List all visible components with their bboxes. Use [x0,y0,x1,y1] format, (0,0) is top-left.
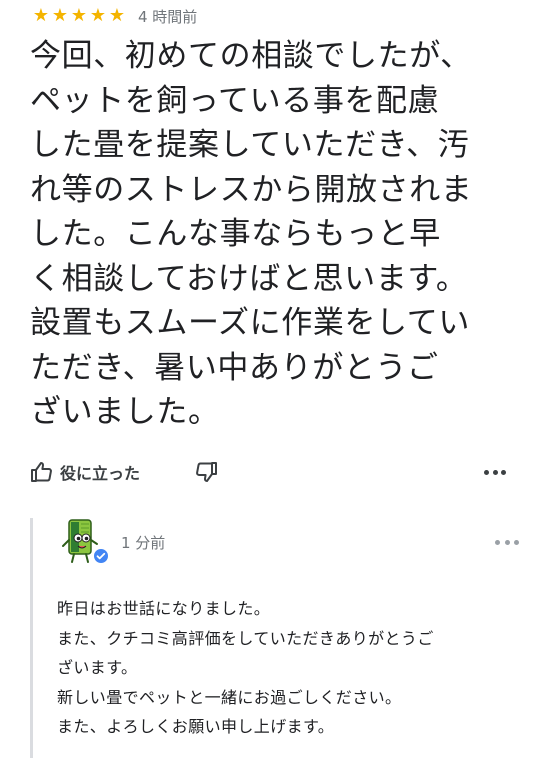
more-dot [501,469,506,475]
thumbs-down-icon [194,462,218,488]
more-horizontal-icon [495,539,500,545]
more-horizontal-icon [484,469,489,475]
star-icon: ★ [89,5,107,26]
star-rating: ★ ★ ★ ★ ★ [32,7,126,25]
review-more-button[interactable] [484,458,506,486]
star-icon: ★ [70,5,88,26]
more-dot [514,539,519,545]
review-actions: 役に立った [30,458,510,488]
more-dot [492,469,498,475]
helpful-label: 役に立った [60,464,141,483]
review-timestamp: 4 時間前 [138,7,198,26]
reply-timestamp: 1 分前 [121,534,166,552]
thumbs-up-icon [30,460,54,484]
review-body: 今回、初めての相談でしたが、 ペットを飼っている事を配慮 した畳を提案していただ… [30,38,473,430]
reply-body: 昨日はお世話になりました。 また、クチコミ高評価をしていただきありがとうご ざい… [57,599,434,736]
dislike-button[interactable] [194,460,218,488]
review-meta: ★ ★ ★ ★ ★ 4 時間前 [32,4,197,28]
more-dot [504,539,510,545]
star-icon: ★ [51,5,69,26]
owner-reply: 1 分前 昨日はお世話になりました。 また、クチコミ高評価をしていただきありがと… [30,518,540,758]
verified-badge-icon [93,548,109,564]
star-icon: ★ [32,5,50,26]
helpful-button[interactable]: 役に立った [30,458,140,486]
owner-avatar [59,518,109,566]
reply-more-button[interactable] [495,538,519,546]
star-icon: ★ [108,5,126,26]
